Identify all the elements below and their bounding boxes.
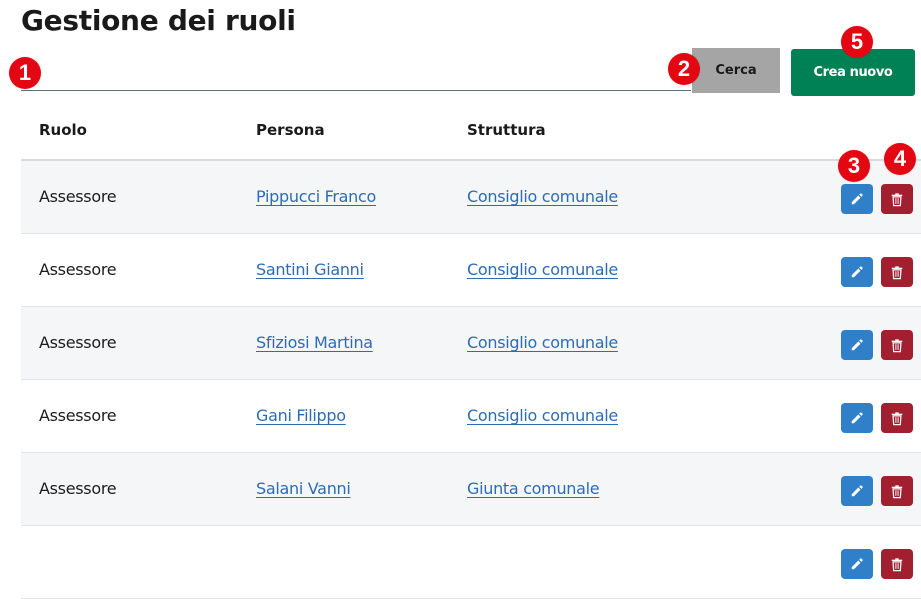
table-row: Assessore Salani Vanni Giunta comunale xyxy=(21,453,921,526)
pencil-icon xyxy=(850,557,864,571)
edit-button[interactable] xyxy=(841,330,873,360)
pencil-icon xyxy=(850,192,864,206)
trash-icon xyxy=(890,192,904,207)
delete-button[interactable] xyxy=(881,403,913,433)
delete-button[interactable] xyxy=(881,549,913,579)
cell-person: Salani Vanni xyxy=(256,453,351,525)
table-row: Assessore Pippucci Franco Consiglio comuna… xyxy=(21,161,921,234)
person-link[interactable]: Pippucci Franco xyxy=(256,187,376,206)
person-link[interactable]: Gani Filippo xyxy=(256,406,346,425)
cell-structure: Giunta comunale xyxy=(467,453,600,525)
pencil-icon xyxy=(850,338,864,352)
cell-role: Assessore xyxy=(39,333,117,352)
edit-button[interactable] xyxy=(841,476,873,506)
column-header-structure: Struttura xyxy=(467,121,546,139)
person-link[interactable]: Sfiziosi Martina xyxy=(256,333,373,352)
structure-link[interactable]: Giunta comunale xyxy=(467,479,600,498)
pencil-icon xyxy=(850,265,864,279)
cell-structure: Consiglio comunale xyxy=(467,307,618,379)
roles-table: Ruolo Persona Struttura Assessore Pippucc… xyxy=(21,99,921,599)
cell-role: Assessore xyxy=(39,479,117,498)
trash-icon xyxy=(890,484,904,499)
cell-person: Gani Filippo xyxy=(256,380,346,452)
edit-button[interactable] xyxy=(841,257,873,287)
search-input[interactable] xyxy=(21,55,691,91)
trash-icon xyxy=(890,411,904,426)
annotation-badge-4: 4 xyxy=(884,143,916,175)
table-header: Ruolo Persona Struttura xyxy=(21,99,921,161)
structure-link[interactable]: Consiglio comunale xyxy=(467,187,618,206)
column-header-role: Ruolo xyxy=(39,121,87,139)
pencil-icon xyxy=(850,484,864,498)
table-row xyxy=(21,526,921,599)
cell-structure: Consiglio comunale xyxy=(467,380,618,452)
table-row: Assessore Sfiziosi Martina Consiglio comun… xyxy=(21,307,921,380)
person-link[interactable]: Santini Gianni xyxy=(256,260,364,279)
structure-link[interactable]: Consiglio comunale xyxy=(467,406,618,425)
cell-role: Assessore xyxy=(39,187,117,206)
cell-structure: Consiglio comunale xyxy=(467,161,618,233)
cell-role: Assessore xyxy=(39,260,117,279)
search-button[interactable]: Cerca xyxy=(692,48,780,93)
structure-link[interactable]: Consiglio comunale xyxy=(467,333,618,352)
column-header-person: Persona xyxy=(256,121,325,139)
structure-link[interactable]: Consiglio comunale xyxy=(467,260,618,279)
delete-button[interactable] xyxy=(881,476,913,506)
delete-button[interactable] xyxy=(881,184,913,214)
table-body: Assessore Pippucci Franco Consiglio comuna… xyxy=(21,161,921,599)
table-row: Assessore Gani Filippo Consiglio comunale xyxy=(21,380,921,453)
cell-person: Pippucci Franco xyxy=(256,161,376,233)
delete-button[interactable] xyxy=(881,330,913,360)
cell-person: Santini Gianni xyxy=(256,234,364,306)
annotation-badge-5: 5 xyxy=(841,26,873,58)
trash-icon xyxy=(890,265,904,280)
edit-button[interactable] xyxy=(841,403,873,433)
cell-person: Sfiziosi Martina xyxy=(256,307,373,379)
annotation-badge-1: 1 xyxy=(9,57,41,89)
edit-button[interactable] xyxy=(841,549,873,579)
annotation-badge-2: 2 xyxy=(668,53,700,85)
trash-icon xyxy=(890,338,904,353)
cell-structure: Consiglio comunale xyxy=(467,234,618,306)
annotation-badge-3: 3 xyxy=(838,150,870,182)
pencil-icon xyxy=(850,411,864,425)
page-title: Gestione dei ruoli xyxy=(21,4,296,37)
person-link[interactable]: Salani Vanni xyxy=(256,479,351,498)
trash-icon xyxy=(890,557,904,572)
edit-button[interactable] xyxy=(841,184,873,214)
cell-role: Assessore xyxy=(39,406,117,425)
delete-button[interactable] xyxy=(881,257,913,287)
table-row: Assessore Santini Gianni Consiglio comunal… xyxy=(21,234,921,307)
